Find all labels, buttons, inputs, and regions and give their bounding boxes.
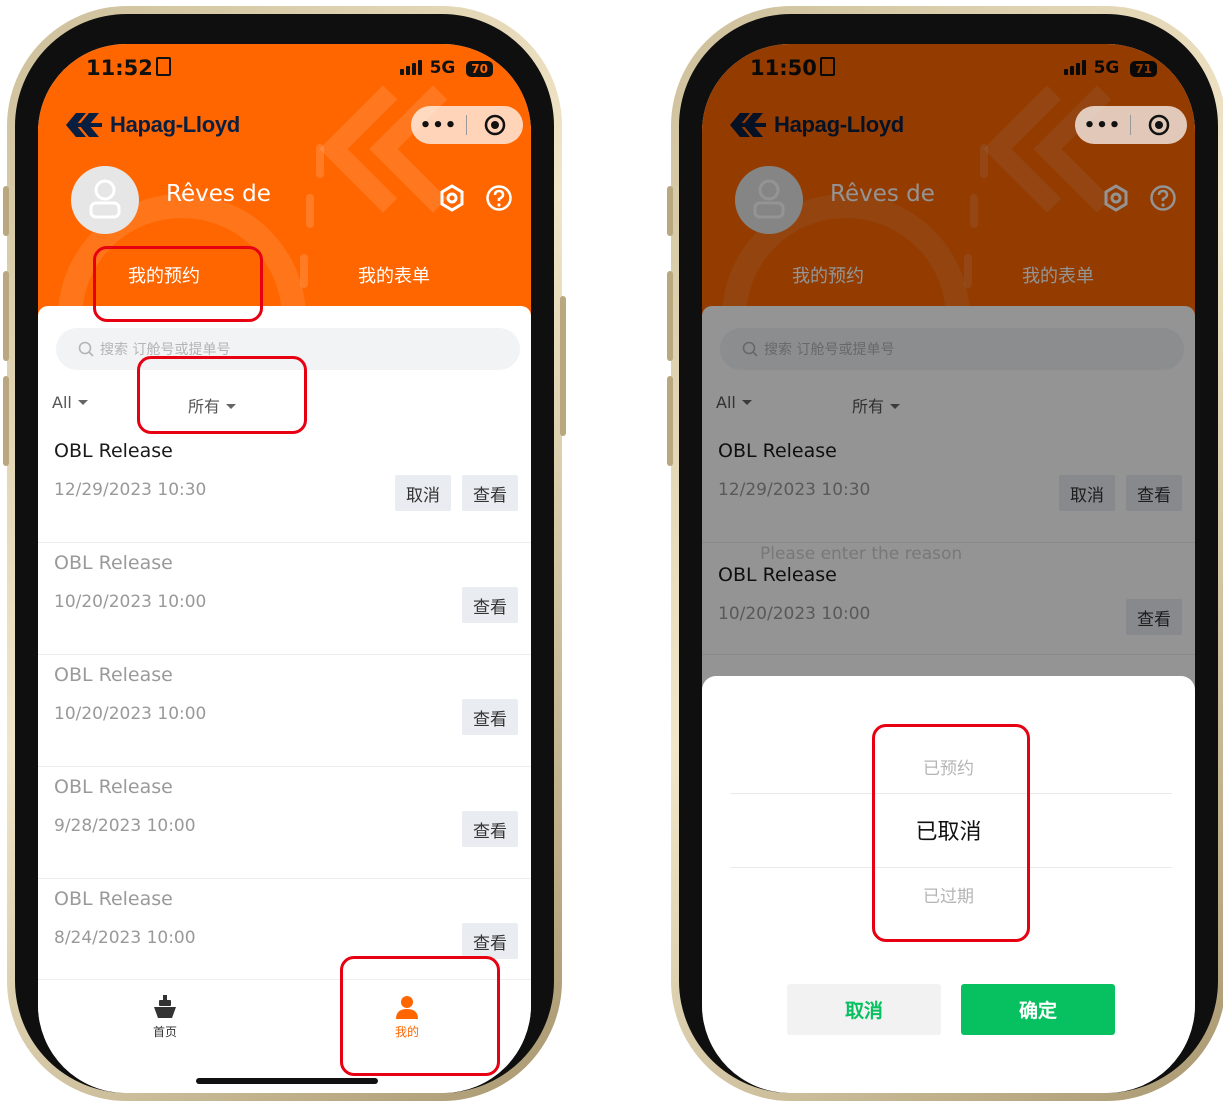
item-date: 10/20/2023 10:00	[54, 592, 207, 612]
item-title: OBL Release	[54, 776, 173, 798]
screen-left: 11:52 5G 70 Hapag-Lloyd ••• Rêves de 我的预…	[38, 44, 531, 1093]
user-placeholder-icon	[89, 179, 121, 219]
network-label: 5G	[429, 58, 456, 78]
view-button[interactable]: 查看	[462, 587, 518, 623]
highlight-box	[340, 956, 500, 1076]
more-menu-button[interactable]: •••	[411, 115, 466, 136]
brand-logo: Hapag-Lloyd	[66, 112, 240, 138]
more-menu-button[interactable]: •••	[1075, 115, 1130, 136]
chevron-down-icon	[77, 400, 88, 405]
cancel-button[interactable]: 取消	[395, 475, 451, 511]
user-name: Rêves de	[166, 181, 271, 207]
item-date: 8/24/2023 10:00	[54, 928, 196, 948]
list-item[interactable]: OBL Release 12/29/2023 10:30 取消 查看	[38, 430, 531, 543]
picker-cancel-button[interactable]: 取消	[787, 984, 941, 1035]
phone-frame-right: 11:50 5G 71 Hapag-Lloyd Rêves de 我的预约 我的…	[667, 6, 1223, 1101]
list-item[interactable]: OBL Release 10/20/2023 10:00 查看	[38, 654, 531, 767]
tab-my-forms[interactable]: 我的表单	[358, 262, 430, 288]
highlight-box	[872, 724, 1030, 942]
tabbar-home[interactable]: 首页	[135, 994, 195, 1040]
home-indicator	[196, 1078, 378, 1084]
avatar[interactable]	[71, 166, 139, 234]
search-icon	[78, 341, 94, 357]
list-item[interactable]: OBL Release 10/20/2023 10:00 查看	[38, 542, 531, 655]
item-title: OBL Release	[54, 664, 173, 686]
miniprogram-capsule: •••	[1075, 106, 1187, 144]
list-item[interactable]: OBL Release 9/28/2023 10:00 查看	[38, 766, 531, 879]
item-title: OBL Release	[54, 552, 173, 574]
phone-frame-left: 11:52 5G 70 Hapag-Lloyd ••• Rêves de 我的预…	[3, 6, 566, 1101]
close-miniprogram-button[interactable]	[1131, 114, 1186, 136]
target-icon	[484, 114, 505, 136]
status-bar-right: 5G 70	[399, 58, 493, 80]
view-button[interactable]: 查看	[462, 475, 518, 511]
highlight-box	[137, 356, 307, 434]
close-miniprogram-button[interactable]	[467, 114, 522, 136]
item-title: OBL Release	[54, 440, 173, 462]
picker-confirm-button[interactable]: 确定	[961, 984, 1115, 1035]
view-button[interactable]: 查看	[462, 699, 518, 735]
miniprogram-capsule: •••	[411, 106, 523, 144]
highlight-box	[93, 246, 263, 322]
status-time: 11:52	[86, 56, 171, 80]
settings-icon[interactable]	[438, 184, 466, 212]
ship-icon	[154, 995, 176, 1018]
view-button[interactable]: 查看	[462, 811, 518, 847]
screen-right: 11:50 5G 71 Hapag-Lloyd Rêves de 我的预约 我的…	[702, 44, 1195, 1093]
item-date: 12/29/2023 10:30	[54, 480, 207, 500]
hapag-lloyd-logo-icon	[66, 113, 102, 137]
brand-name: Hapag-Lloyd	[110, 112, 240, 137]
target-icon	[1148, 114, 1169, 136]
view-button[interactable]: 查看	[462, 923, 518, 959]
item-date: 9/28/2023 10:00	[54, 816, 196, 836]
tabbar-home-label: 首页	[152, 1025, 177, 1039]
item-title: OBL Release	[54, 888, 173, 910]
signal-icon	[399, 60, 424, 80]
battery-icon: 70	[466, 61, 493, 77]
item-date: 10/20/2023 10:00	[54, 704, 207, 724]
type-filter-dropdown[interactable]: All	[52, 393, 88, 412]
help-icon[interactable]	[485, 184, 513, 212]
